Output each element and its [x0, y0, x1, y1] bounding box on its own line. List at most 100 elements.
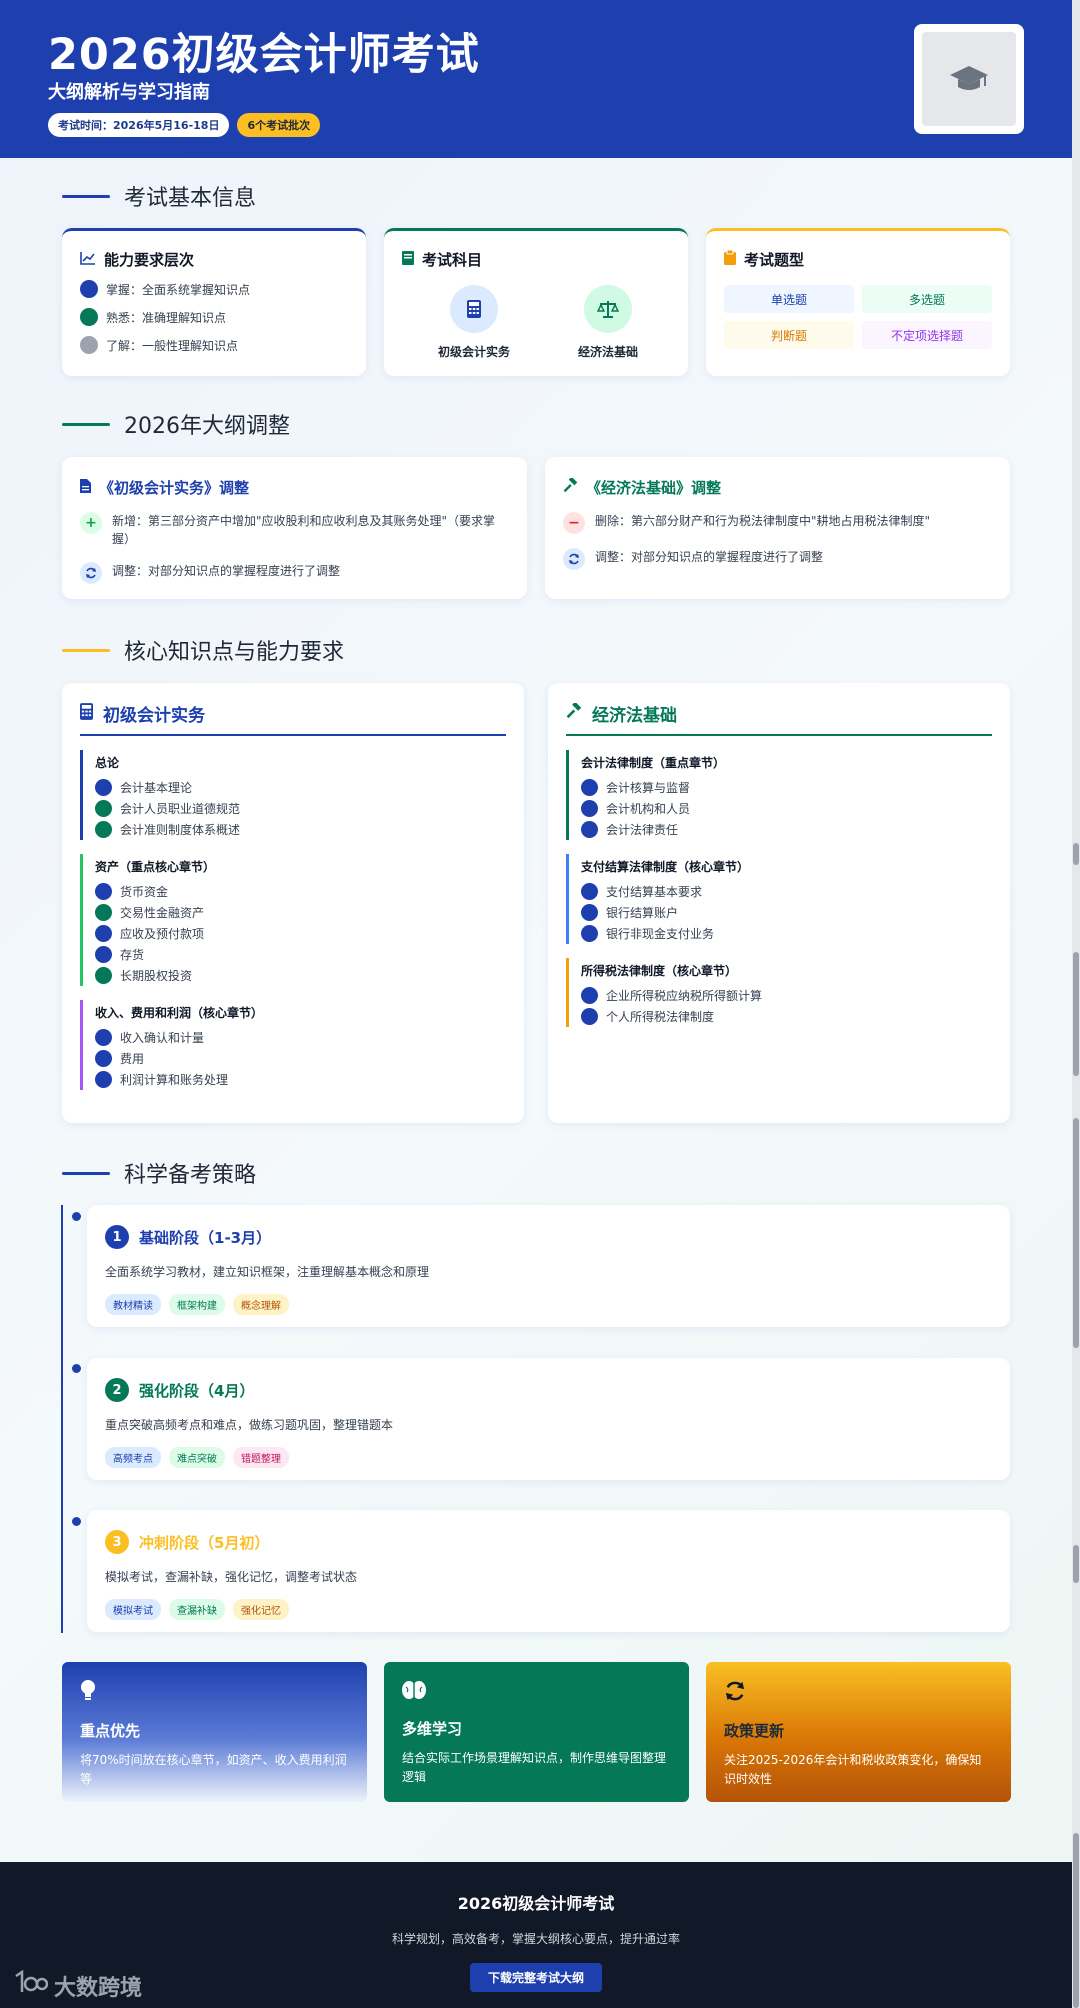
law-adjust-card: 《经济法基础》调整 − 删除：第六部分财产和行为税法律制度中"耕地占用税法律制度… [545, 457, 1010, 599]
stage-number: 3 [105, 1530, 129, 1554]
level-dot [95, 1029, 112, 1046]
level-dot [581, 821, 598, 838]
watermark-text: 大数跨境 [54, 1976, 143, 2001]
knowledge-item-text: 会计法律责任 [606, 823, 679, 837]
level-dot [95, 800, 112, 817]
question-types-title: 考试题型 [744, 251, 805, 269]
level-dot [581, 800, 598, 817]
knowledge-item: 会计核算与监督 [581, 777, 992, 798]
knowledge-group-title: 资产（重点核心章节） [95, 860, 216, 874]
exam-time-badge: 考试时间：2026年5月16-18日 [48, 113, 230, 137]
knowledge-item: 会计法律责任 [581, 819, 992, 840]
knowledge-item: 费用 [95, 1048, 506, 1069]
knowledge-group: 总论 会计基本理论会计人员职业道德规范会计准则制度体系概述 [80, 750, 506, 840]
tip-title: 重点优先 [80, 1722, 141, 1740]
practice-adjust-title: 《初级会计实务》调整 [99, 479, 250, 497]
knowledge-item: 应收及预付款项 [95, 923, 506, 944]
stage-tags: 教材精读 框架构建 概念理解 [105, 1294, 992, 1315]
level-dot [80, 308, 98, 326]
subject-practice: 初级会计实务 [414, 285, 534, 360]
knowledge-item-text: 应收及预付款项 [120, 927, 205, 941]
core-law-card: 经济法基础 会计法律制度（重点章节） 会计核算与监督 会计机构和人员 会计法律责任 支付… [548, 683, 1010, 1123]
download-outline-button[interactable]: 下载完整考试大纲 [469, 1963, 602, 1992]
level-dot [95, 883, 112, 900]
stage-desc: 模拟考试，查漏补缺，强化记忆，调整考试状态 [105, 1570, 358, 1584]
sync-icon [563, 548, 585, 570]
minus-icon: − [563, 512, 585, 534]
stage-header: 3 冲刺阶段（5月初） [105, 1530, 992, 1554]
section-basic-label: 考试基本信息 [124, 186, 257, 211]
calculator-icon [450, 285, 498, 333]
knowledge-group-title: 支付结算法律制度（核心章节） [581, 860, 750, 874]
knowledge-item-text: 利润计算和账务处理 [120, 1073, 229, 1087]
section-strategy-label: 科学备考策略 [124, 1163, 257, 1188]
section-adjust-title: 2026年大纲调整 [62, 408, 290, 440]
knowledge-item: 支付结算基本要求 [581, 881, 992, 902]
page-subtitle: 大纲解析与学习指南 [48, 82, 210, 103]
knowledge-group-title: 总论 [95, 756, 120, 770]
knowledge-group-title: 会计法律制度（重点章节） [581, 756, 726, 770]
stage-tag: 高频考点 [105, 1447, 161, 1468]
knowledge-item-text: 支付结算基本要求 [606, 885, 703, 899]
ability-card-title: 能力要求层次 [104, 251, 195, 269]
knowledge-item: 个人所得税法律制度 [581, 1006, 992, 1027]
timeline-dot [72, 1212, 81, 1221]
stage-number: 2 [105, 1378, 129, 1402]
gavel-icon [563, 476, 578, 497]
refresh-icon [724, 1681, 746, 1706]
knowledge-group: 资产（重点核心章节） 货币资金 交易性金融资产 应收及预付款项 存货 长期股权投资 [80, 854, 506, 986]
type-multiple: 多选题 [862, 285, 992, 313]
stage-tags: 模拟考试 查漏补缺 强化记忆 [105, 1599, 992, 1620]
level-text: 了解：一般性理解知识点 [106, 338, 239, 353]
stage-desc: 全面系统学习教材，建立知识框架，注重理解基本概念和原理 [105, 1265, 430, 1279]
stage-title: 强化阶段（4月） [139, 1381, 255, 1400]
lightbulb-icon [80, 1680, 96, 1706]
level-dot [80, 336, 98, 354]
knowledge-item-text: 会计基本理论 [120, 781, 193, 795]
calculator-icon [80, 702, 93, 725]
type-single: 单选题 [724, 285, 854, 313]
question-types-card: 考试题型 单选题 多选题 判断题 不定项选择题 [706, 228, 1010, 376]
stage-header: 2 强化阶段（4月） [105, 1378, 992, 1402]
subject-law: 经济法基础 [548, 285, 668, 360]
timeline-dot [72, 1517, 81, 1526]
knowledge-item: 银行非现金支付业务 [581, 923, 992, 944]
section-basic-title: 考试基本信息 [62, 180, 256, 212]
logo-frame [914, 24, 1024, 134]
knowledge-item: 利润计算和账务处理 [95, 1069, 506, 1090]
level-dot [581, 904, 598, 921]
subjects-card-title: 考试科目 [422, 251, 483, 269]
knowledge-item: 银行结算账户 [581, 902, 992, 923]
stage-title: 基础阶段（1-3月） [139, 1228, 272, 1247]
level-dot [581, 925, 598, 942]
core-practice-title: 初级会计实务 [103, 706, 205, 726]
tip-desc: 关注2025-2026年会计和税收政策变化，确保知识时效性 [724, 1753, 982, 1786]
scrollbar[interactable] [1072, 0, 1080, 2008]
stage-tag: 框架构建 [169, 1294, 225, 1315]
timeline-line [61, 1205, 63, 1633]
knowledge-group: 会计法律制度（重点章节） 会计核算与监督 会计机构和人员 会计法律责任 [566, 750, 992, 840]
level-dot [95, 925, 112, 942]
core-law-title: 经济法基础 [592, 706, 677, 726]
tip-title: 政策更新 [724, 1722, 785, 1740]
tip-card-multi: 多维学习 结合实际工作场景理解知识点，制作思维导图整理逻辑 [384, 1662, 689, 1802]
watermark-logo-icon [14, 1969, 49, 2002]
footer-subtitle: 科学规划，高效备考，掌握大纲核心要点，提升通过率 [391, 1932, 680, 1946]
stage-tag: 模拟考试 [105, 1599, 161, 1620]
graduation-cap-icon [922, 32, 1016, 126]
knowledge-item-text: 会计人员职业道德规范 [120, 802, 241, 816]
type-indefinite: 不定项选择题 [862, 321, 992, 349]
knowledge-item-text: 交易性金融资产 [120, 906, 205, 920]
knowledge-item-text: 货币资金 [120, 885, 169, 899]
subjects-card: 考试科目 初级会计实务 经济法基础 [384, 228, 688, 376]
book-icon [402, 250, 414, 269]
tip-title: 多维学习 [402, 1720, 463, 1738]
chart-line-icon [80, 251, 96, 269]
knowledge-item: 会计准则制度体系概述 [95, 819, 506, 840]
clipboard-icon [724, 249, 736, 269]
scale-icon [584, 285, 632, 333]
core-practice-card: 初级会计实务 总论 会计基本理论会计人员职业道德规范会计准则制度体系概述资产（重点… [62, 683, 524, 1123]
ability-level: 掌握：全面系统掌握知识点 [80, 280, 348, 298]
knowledge-item-text: 银行非现金支付业务 [606, 927, 715, 941]
stage-tags: 高频考点 难点突破 错题整理 [105, 1447, 992, 1468]
